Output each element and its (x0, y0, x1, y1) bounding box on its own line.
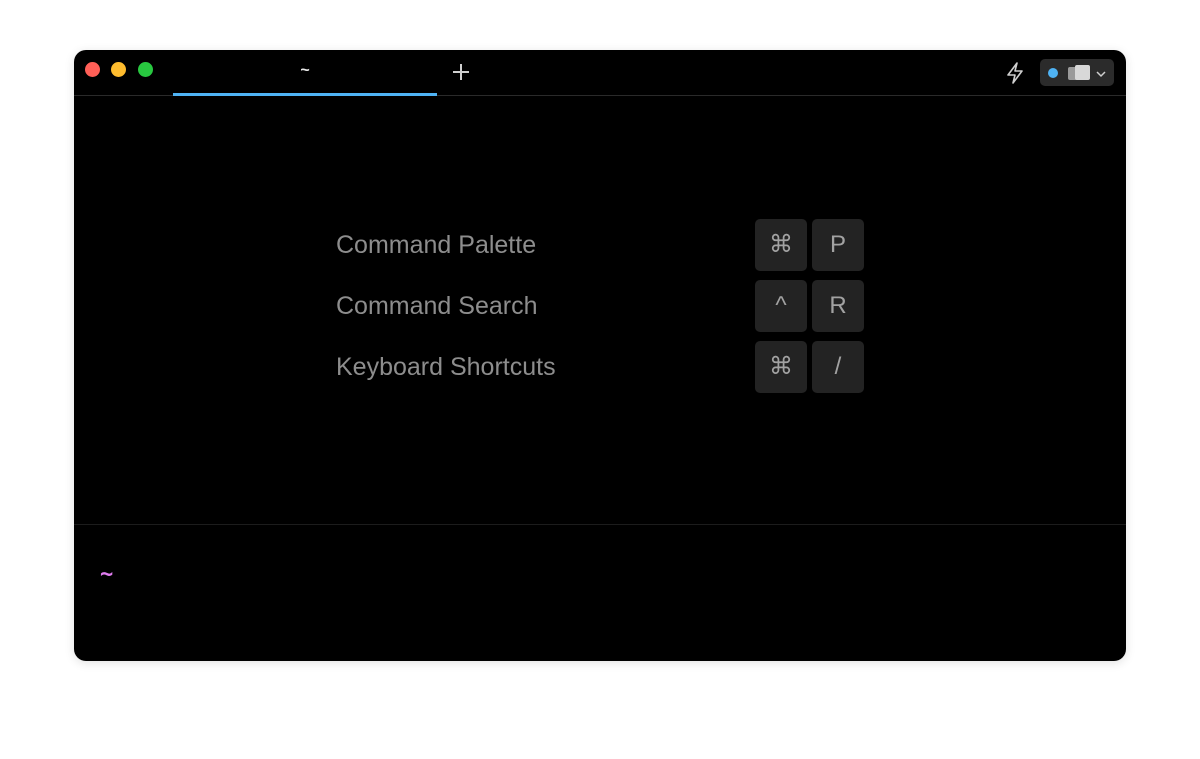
key-r: R (812, 280, 864, 332)
shortcut-label-keyboard-shortcuts: Keyboard Shortcuts (336, 353, 556, 381)
key-slash: / (812, 341, 864, 393)
shortcut-label-command-search: Command Search (336, 292, 538, 320)
key-cmd: ⌘ (755, 341, 807, 393)
terminal-window: ~ Command Palette ⌘ P Command Search ^ R… (74, 50, 1126, 661)
key-ctrl: ^ (755, 280, 807, 332)
input-divider (74, 524, 1126, 525)
key-cmd: ⌘ (755, 219, 807, 271)
prompt-directory[interactable]: ~ (100, 562, 113, 587)
shortcut-hints: Command Palette ⌘ P Command Search ^ R K… (74, 50, 1126, 524)
shortcut-label-command-palette: Command Palette (336, 231, 537, 259)
key-p: P (812, 219, 864, 271)
